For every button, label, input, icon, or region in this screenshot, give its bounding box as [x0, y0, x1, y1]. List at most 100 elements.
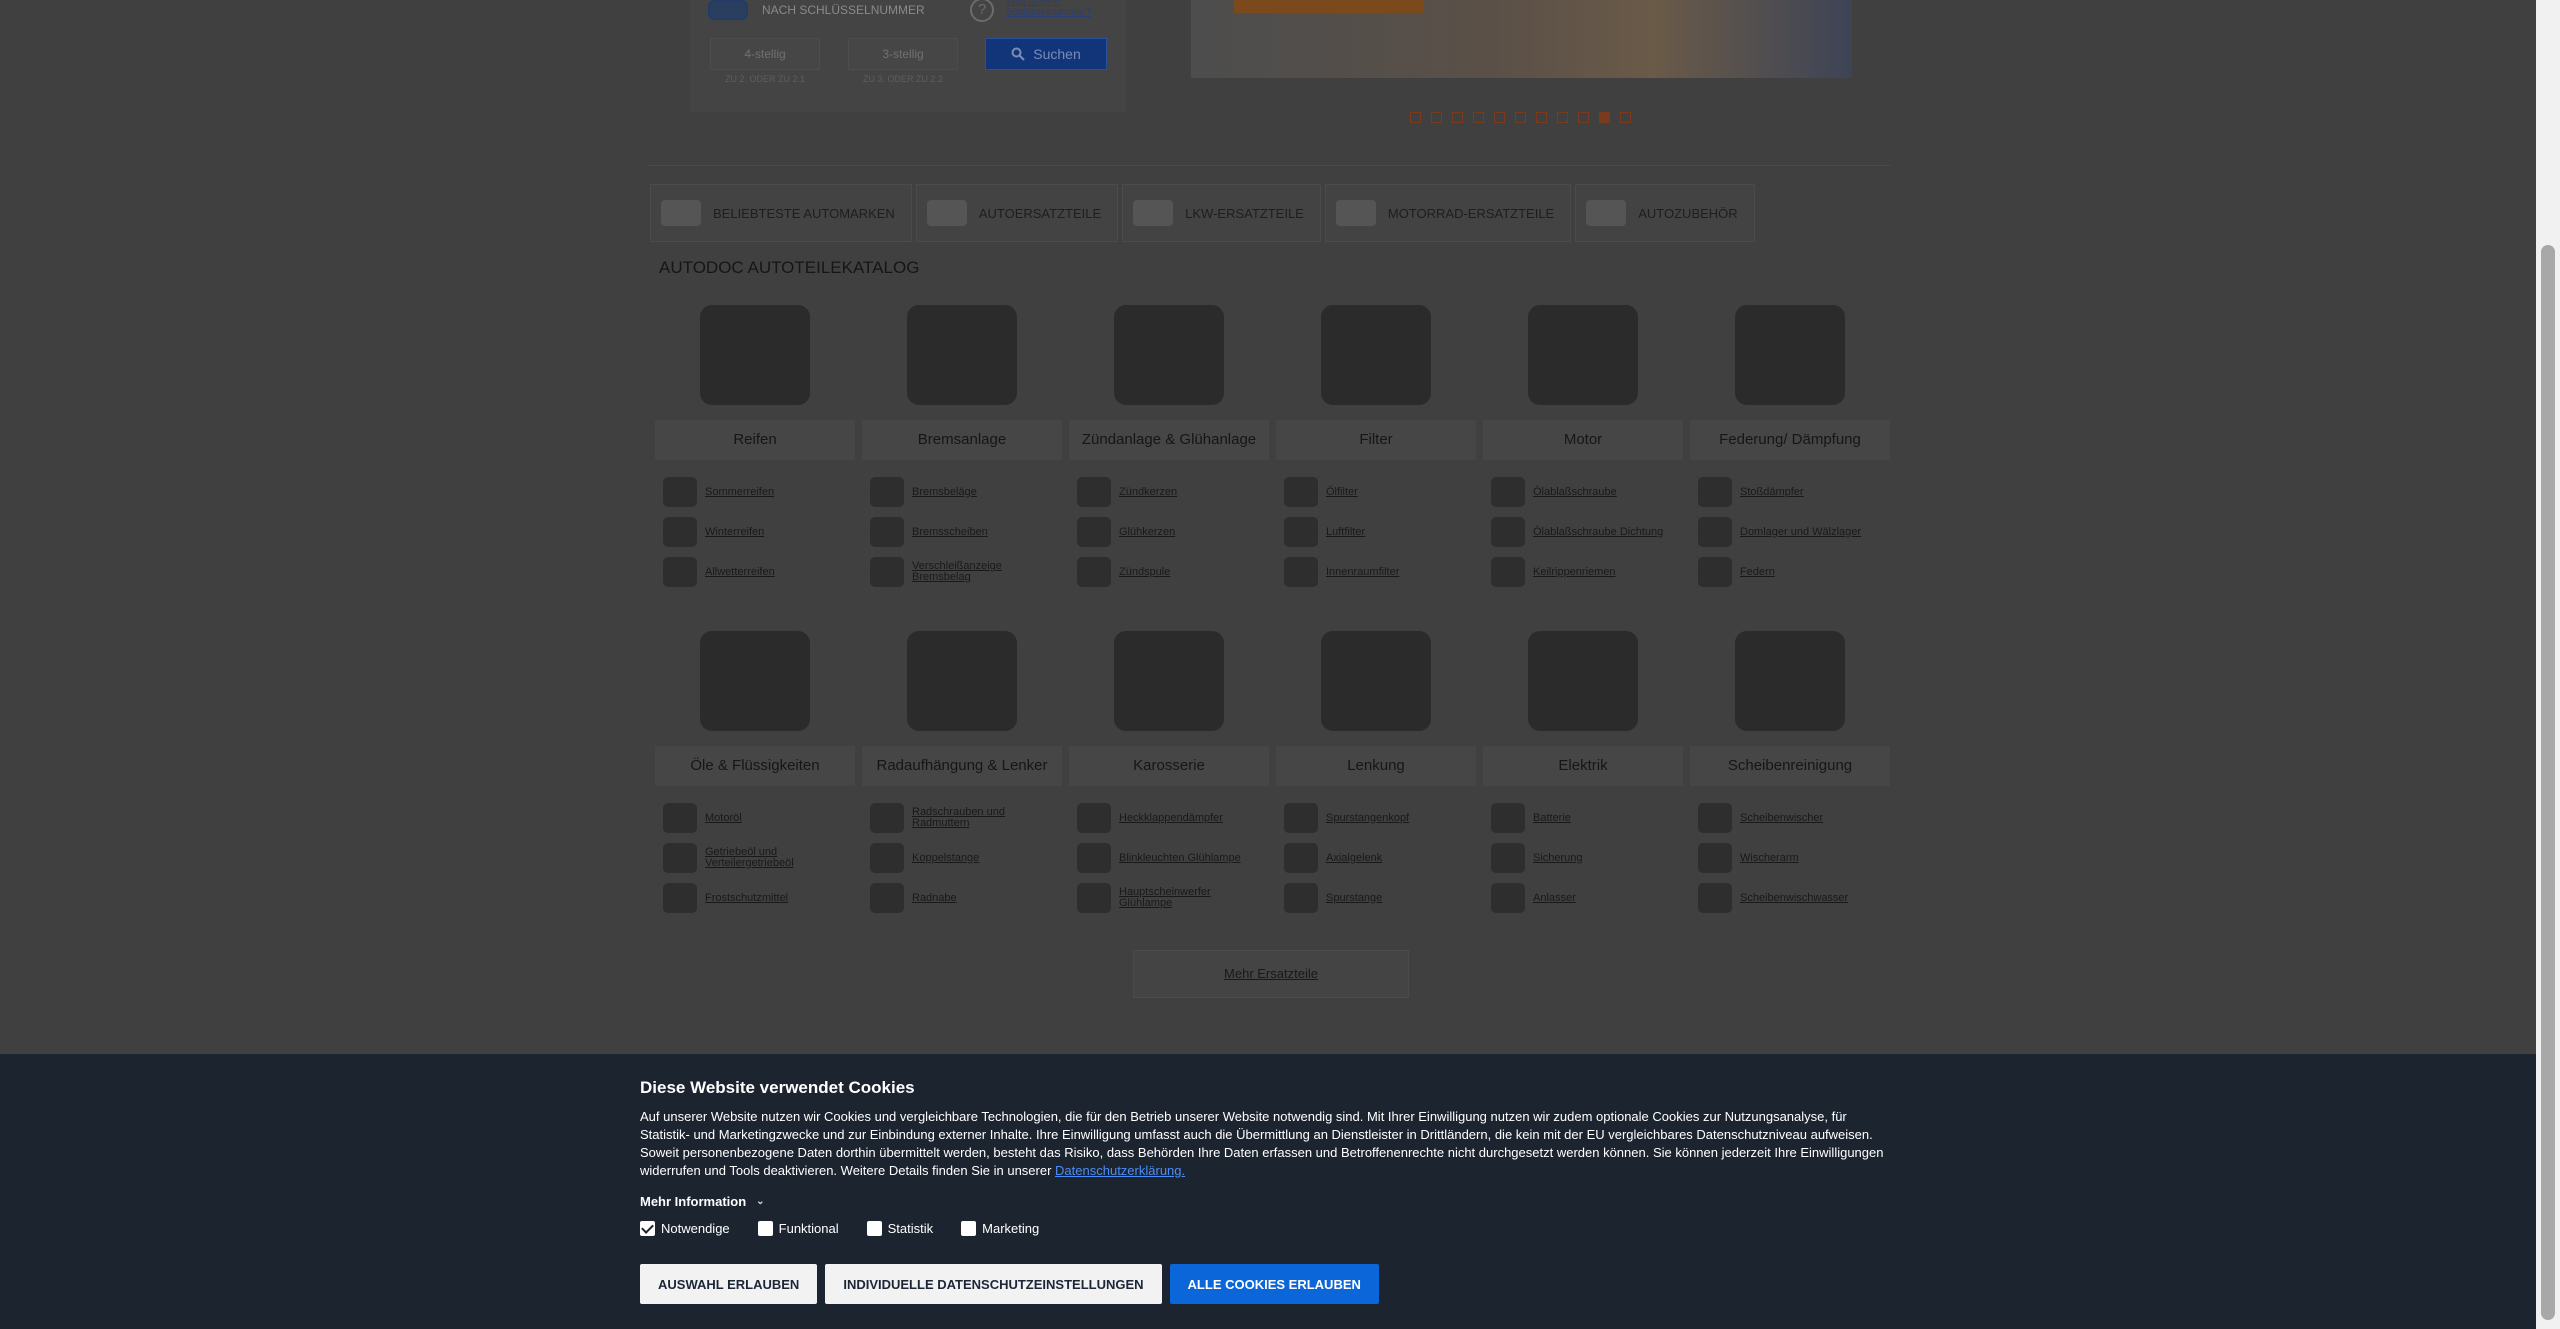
subcategory-link[interactable]: Spurstange [1276, 878, 1476, 918]
slider-dot[interactable] [1410, 112, 1421, 123]
category-card[interactable]: Karosserie Heckklappendämpfer Blinkleuchte… [1069, 616, 1269, 918]
hero-banner[interactable] [1191, 0, 1852, 78]
subcategory-link[interactable]: Hauptscheinwerfer Glühlampe [1069, 878, 1269, 918]
subcategory-link[interactable]: Verschleißanzeige Bremsbelag [862, 552, 1062, 592]
category-name[interactable]: Elektrik [1483, 746, 1683, 786]
key-input-4[interactable]: 4-stellig [710, 38, 820, 70]
category-image[interactable] [1276, 616, 1476, 746]
category-name[interactable]: Motor [1483, 420, 1683, 460]
slider-dot[interactable] [1557, 112, 1568, 123]
subcategory-link[interactable]: Ölablaßschraube [1483, 472, 1683, 512]
hero-cta-button[interactable] [1234, 0, 1424, 13]
checkbox[interactable] [961, 1221, 977, 1236]
subcategory-link[interactable]: Keilrippenriemen [1483, 552, 1683, 592]
category-name[interactable]: Öle & Flüssigkeiten [655, 746, 855, 786]
category-image[interactable] [655, 290, 855, 420]
category-card[interactable]: Elektrik Batterie Sicherung Anlasser [1483, 616, 1683, 918]
category-image[interactable] [655, 616, 855, 746]
consent-2[interactable]: Statistik [866, 1221, 933, 1236]
category-card[interactable]: Bremsanlage Bremsbeläge Bremsscheiben Versc… [862, 290, 1062, 592]
subcategory-link[interactable]: Spurstangenkopf [1276, 798, 1476, 838]
category-image[interactable] [862, 616, 1062, 746]
subcategory-link[interactable]: Luftfilter [1276, 512, 1476, 552]
subcategory-link[interactable]: Stoßdämpfer [1690, 472, 1890, 512]
more-parts-button[interactable]: Mehr Ersatzteile [1133, 950, 1409, 998]
key-input-3[interactable]: 3-stellig [848, 38, 958, 70]
subcategory-link[interactable]: Wischerarm [1690, 838, 1890, 878]
subcategory-link[interactable]: Sicherung [1483, 838, 1683, 878]
subcategory-link[interactable]: Bremsscheiben [862, 512, 1062, 552]
category-name[interactable]: Radaufhängung & Lenker [862, 746, 1062, 786]
subcategory-link[interactable]: Scheibenwischer [1690, 798, 1890, 838]
category-card[interactable]: Lenkung Spurstangenkopf Axialgelenk Spursta… [1276, 616, 1476, 918]
subcategory-link[interactable]: Frostschutzmittel [655, 878, 855, 918]
category-image[interactable] [1483, 616, 1683, 746]
category-image[interactable] [1069, 290, 1269, 420]
category-name[interactable]: Lenkung [1276, 746, 1476, 786]
category-image[interactable] [1690, 290, 1890, 420]
category-image[interactable] [1069, 616, 1269, 746]
consent-1[interactable]: Funktional [757, 1221, 839, 1236]
subcategory-link[interactable]: Zündspule [1069, 552, 1269, 592]
category-name[interactable]: Bremsanlage [862, 420, 1062, 460]
subcategory-link[interactable]: Anlasser [1483, 878, 1683, 918]
category-card[interactable]: Reifen Sommerreifen Winterreifen Allwetterr… [655, 290, 855, 592]
consent-3[interactable]: Marketing [961, 1221, 1039, 1236]
subcategory-link[interactable]: Bremsbeläge [862, 472, 1062, 512]
individual-settings-button[interactable]: INDIVIDUELLE DATENSCHUTZEINSTELLUNGEN [825, 1264, 1162, 1304]
slider-dot[interactable] [1620, 112, 1631, 123]
allow-all-button[interactable]: ALLE COOKIES ERLAUBEN [1169, 1264, 1379, 1304]
category-card[interactable]: Federung/ Dämpfung Stoßdämpfer Domlager un… [1690, 290, 1890, 592]
privacy-link[interactable]: Datenschutzerklärung. [1055, 1163, 1185, 1178]
more-info-toggle[interactable]: Mehr Information ⌄ [640, 1194, 1900, 1209]
scrollbar[interactable] [2536, 0, 2560, 1329]
category-card[interactable]: Radaufhängung & Lenker Radschrauben und R… [862, 616, 1062, 918]
category-card[interactable]: Filter Ölfilter Luftfilter Innenraumfilter [1276, 290, 1476, 592]
subcategory-link[interactable]: Federn [1690, 552, 1890, 592]
subcategory-link[interactable]: Getriebeöl und Verteilergetriebeöl [655, 838, 855, 878]
category-card[interactable]: Motor Ölablaßschraube Ölablaßschraube Dich… [1483, 290, 1683, 592]
subcategory-link[interactable]: Heckklappendämpfer [1069, 798, 1269, 838]
subcategory-link[interactable]: Domlager und Wälzlager [1690, 512, 1890, 552]
checkbox[interactable] [866, 1221, 882, 1236]
category-card[interactable]: Öle & Flüssigkeiten Motoröl Getriebeöl und… [655, 616, 855, 918]
slider-dot[interactable] [1578, 112, 1589, 123]
tab-1[interactable]: AUTOERSATZTEILE [915, 184, 1119, 242]
checkbox[interactable] [757, 1221, 773, 1236]
category-name[interactable]: Federung/ Dämpfung [1690, 420, 1890, 460]
subcategory-link[interactable]: Radschrauben und Radmuttern [862, 798, 1062, 838]
category-name[interactable]: Zündanlage & Glühanlage [1069, 420, 1269, 460]
subcategory-link[interactable]: Motoröl [655, 798, 855, 838]
tab-2[interactable]: LKW-ERSATZTEILE [1122, 184, 1321, 242]
subcategory-link[interactable]: Blinkleuchten Glühlampe [1069, 838, 1269, 878]
slider-dot[interactable] [1431, 112, 1442, 123]
subcategory-link[interactable]: Scheibenwischwasser [1690, 878, 1890, 918]
category-image[interactable] [1276, 290, 1476, 420]
slider-dot[interactable] [1452, 112, 1463, 123]
help-icon[interactable]: ? [970, 0, 994, 22]
subcategory-link[interactable]: Sommerreifen [655, 472, 855, 512]
consent-0[interactable]: Notwendige [640, 1221, 730, 1236]
slider-dot[interactable] [1494, 112, 1505, 123]
category-card[interactable]: Zündanlage & Glühanlage Zündkerzen Glühker… [1069, 290, 1269, 592]
category-image[interactable] [862, 290, 1062, 420]
subcategory-link[interactable]: Ölfilter [1276, 472, 1476, 512]
tab-4[interactable]: AUTOZUBEHÖR [1575, 184, 1755, 242]
allow-selection-button[interactable]: AUSWAHL ERLAUBEN [640, 1264, 818, 1304]
category-image[interactable] [1483, 290, 1683, 420]
category-card[interactable]: Scheibenreinigung Scheibenwischer Wischera… [1690, 616, 1890, 918]
category-name[interactable]: Filter [1276, 420, 1476, 460]
subcategory-link[interactable]: Winterreifen [655, 512, 855, 552]
slider-dot[interactable] [1473, 112, 1484, 123]
tab-3[interactable]: MOTORRAD-ERSATZTEILE [1324, 184, 1572, 242]
category-name[interactable]: Scheibenreinigung [1690, 746, 1890, 786]
subcategory-link[interactable]: Zündkerzen [1069, 472, 1269, 512]
slider-dot[interactable] [1515, 112, 1526, 123]
subcategory-link[interactable]: Radnabe [862, 878, 1062, 918]
slider-dot[interactable] [1599, 112, 1610, 123]
subcategory-link[interactable]: Axialgelenk [1276, 838, 1476, 878]
tab-0[interactable]: BELIEBTESTE AUTOMARKEN [650, 184, 912, 242]
subcategory-link[interactable]: Innenraumfilter [1276, 552, 1476, 592]
subcategory-link[interactable]: Koppelstange [862, 838, 1062, 878]
checkbox[interactable] [640, 1221, 655, 1236]
